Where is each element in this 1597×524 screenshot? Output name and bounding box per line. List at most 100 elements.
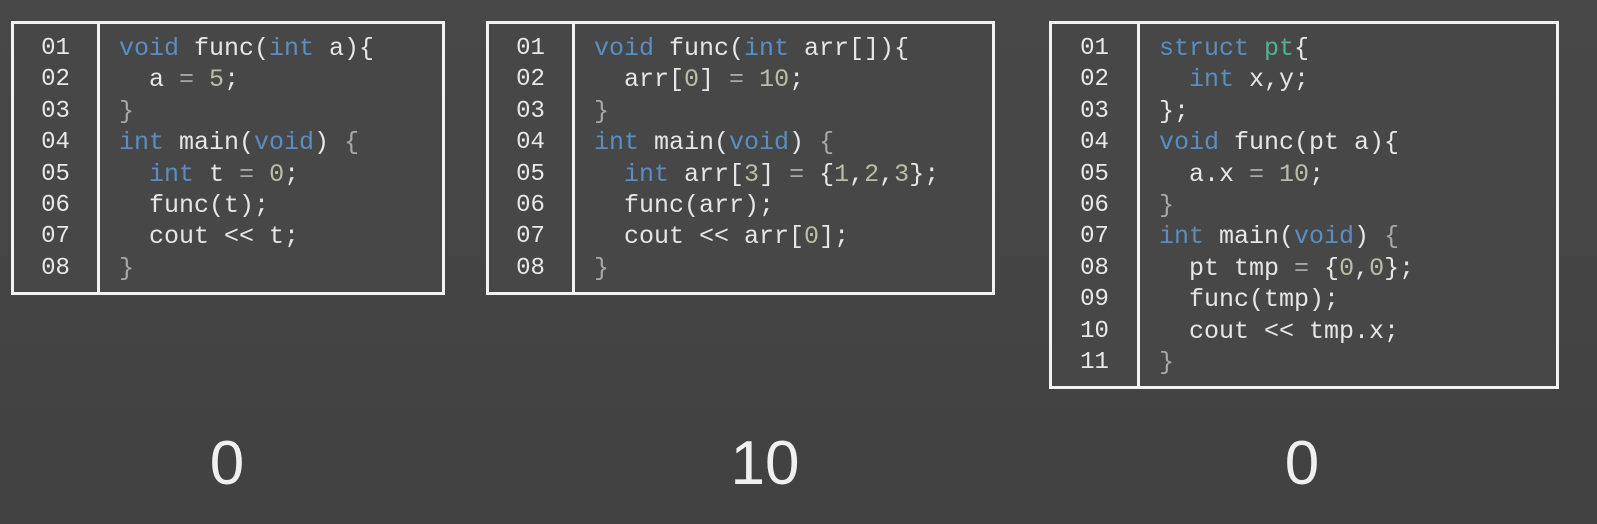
line-number: 05 (41, 160, 70, 188)
code-token: } (119, 96, 135, 126)
line-number: 06 (41, 191, 70, 219)
code-panel-3: 01 02 03 04 05 06 07 08 09 10 11 struct pt{ int x,… (1049, 21, 1559, 389)
line-number: 06 (1080, 191, 1109, 219)
code-token: 2 (864, 159, 880, 189)
code-token: ] (759, 159, 790, 189)
line-number-gutter: 01 02 03 04 05 06 07 08 (14, 24, 100, 292)
line-number: 09 (1080, 286, 1109, 314)
code-block: void func(int arr[]){ arr[0] = 10;} int m… (575, 24, 939, 292)
code-token: arr[]){ (789, 34, 910, 63)
code-token: int (594, 128, 640, 158)
line-number: 06 (516, 191, 545, 219)
line-number: 02 (1080, 66, 1109, 94)
code-line: } (1159, 190, 1414, 221)
code-token: arr[ (594, 65, 685, 95)
code-token: ]; (819, 222, 850, 252)
code-block: struct pt{ int x,y;}; void func(pt a){ a.… (1140, 24, 1414, 386)
line-number: 08 (1080, 254, 1109, 282)
code-token: { (1384, 222, 1400, 252)
code-token: struct (1159, 34, 1250, 63)
code-token: 0 (269, 159, 285, 189)
code-token: cout << t; (119, 222, 300, 252)
code-token: ) (789, 128, 820, 158)
output-result-1: 0 (209, 429, 245, 498)
code-token: void (1159, 128, 1220, 158)
line-number: 07 (516, 223, 545, 251)
code-token: = (1249, 159, 1265, 189)
code-token: ; (1309, 159, 1325, 189)
code-token: void (729, 128, 790, 158)
code-line: } (1159, 347, 1414, 378)
code-token: int (269, 34, 315, 63)
code-token: main( (1204, 222, 1295, 252)
code-token: func( (179, 34, 270, 63)
code-token: 10 (759, 65, 790, 95)
code-token: x,y; (1234, 65, 1310, 95)
line-number: 08 (516, 254, 545, 282)
code-token: func( (654, 34, 745, 63)
code-token: 0 (1339, 253, 1355, 283)
line-number: 01 (41, 35, 70, 62)
code-token: , (879, 159, 895, 189)
code-line: cout << t; (119, 221, 374, 252)
code-token: ; (789, 65, 805, 95)
code-token: } (594, 96, 610, 126)
line-number: 01 (516, 35, 545, 62)
code-panel-1: 01 02 03 04 05 06 07 08 void func(int a){ a = 5… (11, 21, 445, 295)
output-result-3: 0 (1284, 429, 1320, 498)
code-line: int x,y; (1159, 64, 1414, 95)
code-line: }; (1159, 96, 1414, 127)
output-result-2: 10 (730, 429, 800, 498)
code-line: } (119, 253, 374, 284)
code-block: void func(int a){ a = 5;} int main(void) … (100, 24, 374, 292)
code-line: } (594, 253, 939, 284)
code-token: ) (314, 128, 345, 158)
code-line: } (594, 96, 939, 127)
code-token: } (1159, 347, 1175, 377)
line-number: 10 (1080, 317, 1109, 345)
code-line: } (119, 96, 374, 127)
line-number: 07 (41, 223, 70, 251)
code-token: = (1294, 253, 1310, 283)
code-token: a){ (314, 34, 375, 63)
code-token: void (1294, 222, 1355, 252)
line-number: 05 (516, 160, 545, 188)
code-token: main( (639, 128, 730, 158)
code-line: cout << tmp.x; (1159, 316, 1414, 347)
code-token: = (729, 65, 745, 95)
line-number: 02 (516, 66, 545, 94)
code-line: void func(pt a){ (1159, 127, 1414, 158)
code-token: int (1189, 65, 1235, 95)
code-token: ) (1354, 222, 1385, 252)
code-token: void (594, 34, 655, 63)
code-line: a.x = 10; (1159, 159, 1414, 190)
code-token: { (804, 159, 835, 189)
code-panel-2: 01 02 03 04 05 06 07 08 void func(int arr[]){ a… (486, 21, 995, 295)
code-line: void func(int a){ (119, 33, 374, 64)
line-number: 03 (516, 97, 545, 125)
code-token: 0 (684, 65, 700, 95)
code-token: ; (224, 65, 240, 95)
line-number: 04 (1080, 129, 1109, 157)
code-token: int (624, 159, 670, 189)
code-token: } (119, 253, 135, 283)
code-token: 10 (1279, 159, 1310, 189)
code-token: = (179, 65, 195, 95)
code-line: int main(void) { (594, 127, 939, 158)
code-token: int (1159, 222, 1205, 252)
code-token: main( (164, 128, 255, 158)
line-number: 03 (1080, 97, 1109, 125)
line-number: 08 (41, 254, 70, 282)
code-token: int (149, 159, 195, 189)
code-token: = (789, 159, 805, 189)
code-token: { (1294, 34, 1310, 63)
code-line: arr[0] = 10; (594, 64, 939, 95)
code-line: func(arr); (594, 190, 939, 221)
code-token: } (1159, 190, 1175, 220)
